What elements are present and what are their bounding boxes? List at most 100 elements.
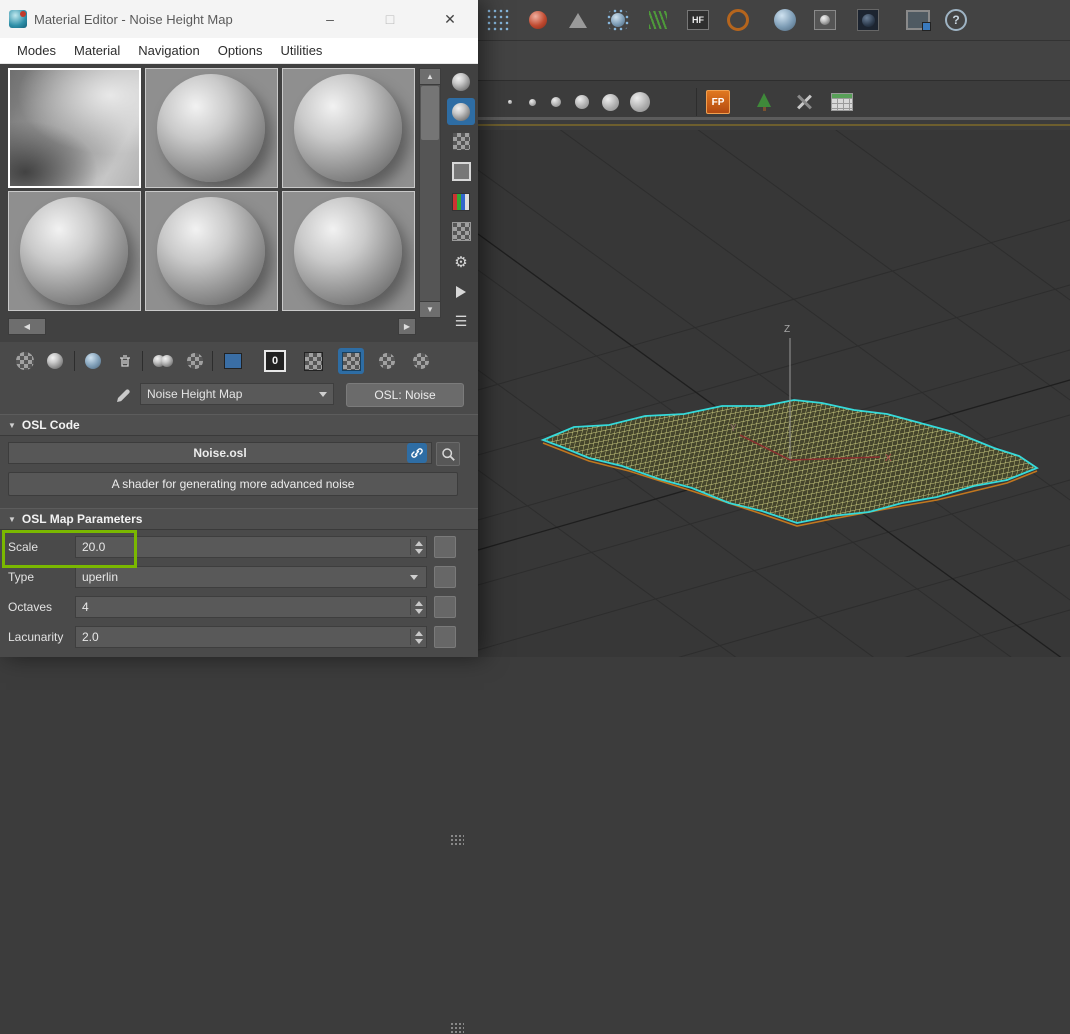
material-sample-slot[interactable]: [282, 191, 415, 311]
show-background-icon[interactable]: [300, 348, 326, 374]
material-map-navigator-icon[interactable]: ☰: [447, 308, 475, 335]
spinner-up-icon[interactable]: [415, 601, 423, 606]
make-unique-icon[interactable]: [182, 348, 208, 374]
foliage-icon[interactable]: [646, 8, 670, 32]
axis-x-label: X: [885, 453, 892, 464]
material-id-channel-icon[interactable]: 0: [262, 348, 288, 374]
material-editor-window: Material Editor - Noise Height Map – □ ✕…: [0, 0, 478, 657]
sample-type-icon[interactable]: [447, 68, 475, 95]
tools-icon[interactable]: [792, 90, 816, 114]
select-by-material-icon[interactable]: [447, 278, 475, 305]
scroll-up-button[interactable]: ▲: [419, 68, 441, 85]
lacunarity-input[interactable]: [76, 630, 382, 644]
material-sample-slot[interactable]: [8, 191, 141, 311]
spinner-down-icon[interactable]: [415, 609, 423, 614]
backlight-icon[interactable]: [447, 98, 475, 125]
lacunarity-spinner[interactable]: [410, 629, 423, 645]
background-icon[interactable]: [447, 128, 475, 155]
spinner-down-icon[interactable]: [415, 549, 423, 554]
link-file-button[interactable]: [407, 443, 427, 463]
snap-toggle-icon[interactable]: [486, 8, 510, 32]
help-icon[interactable]: ?: [944, 8, 968, 32]
render-material-icon[interactable]: [526, 8, 550, 32]
material-sample-slot[interactable]: [282, 68, 415, 188]
material-sample-slot[interactable]: [145, 191, 278, 311]
scroll-left-button[interactable]: ◀: [8, 318, 46, 335]
make-material-copy-icon[interactable]: [150, 348, 176, 374]
brush-size-dot-3[interactable]: [544, 90, 568, 114]
show-map-in-viewport-icon[interactable]: [338, 348, 364, 374]
rollout-osl-params-header[interactable]: ▼ OSL Map Parameters: [0, 508, 478, 530]
assign-material-to-selection-icon[interactable]: [80, 348, 106, 374]
get-material-icon[interactable]: [12, 348, 38, 374]
scale-map-button[interactable]: [434, 536, 456, 558]
dotted-sphere-icon[interactable]: [606, 8, 630, 32]
brush-size-dot-5[interactable]: [598, 90, 622, 114]
panel-sphere-icon[interactable]: [813, 8, 837, 32]
scroll-right-icon: ▶: [404, 322, 410, 331]
menu-modes[interactable]: Modes: [8, 38, 65, 64]
minimize-button[interactable]: –: [312, 0, 348, 38]
octaves-field[interactable]: [75, 596, 427, 618]
spinner-down-icon[interactable]: [415, 639, 423, 644]
octaves-input[interactable]: [76, 600, 382, 614]
material-type-button[interactable]: OSL: Noise: [346, 383, 464, 407]
put-to-library-icon[interactable]: [220, 348, 246, 374]
menu-utilities[interactable]: Utilities: [272, 38, 332, 64]
make-preview-icon[interactable]: [447, 218, 475, 245]
shader-description-button[interactable]: A shader for generating more advanced no…: [8, 472, 458, 496]
sample-vscroll-thumb[interactable]: [421, 86, 439, 140]
spreadsheet-icon[interactable]: [830, 90, 854, 114]
brush-size-dot-2[interactable]: [520, 90, 544, 114]
go-to-parent-icon[interactable]: [374, 348, 400, 374]
scroll-down-button[interactable]: ▼: [419, 301, 441, 318]
type-dropdown[interactable]: uperlin: [75, 566, 427, 588]
hf-badge-label: HF: [687, 10, 709, 30]
brush-size-dot-4[interactable]: [570, 90, 594, 114]
lacunarity-map-button[interactable]: [434, 626, 456, 648]
spinner-up-icon[interactable]: [415, 541, 423, 546]
scale-field[interactable]: [75, 536, 427, 558]
viewport-canvas[interactable]: Z X Y: [478, 130, 1070, 657]
spinner-up-icon[interactable]: [415, 631, 423, 636]
lacunarity-field[interactable]: [75, 626, 427, 648]
put-material-to-scene-icon[interactable]: [42, 348, 68, 374]
type-map-button[interactable]: [434, 566, 456, 588]
rollout-grip-icon[interactable]: [450, 834, 464, 846]
go-forward-sibling-icon[interactable]: [408, 348, 434, 374]
material-sample-slot[interactable]: [145, 68, 278, 188]
material-sample-slot-active[interactable]: [8, 68, 141, 188]
render-sphere-icon[interactable]: [773, 8, 797, 32]
copper-ring-icon[interactable]: [726, 8, 750, 32]
material-editor-icon[interactable]: [856, 8, 880, 32]
pyramid-icon[interactable]: [566, 8, 590, 32]
scale-spinner[interactable]: [410, 539, 423, 555]
menu-material[interactable]: Material: [65, 38, 129, 64]
monitor-icon[interactable]: [906, 8, 930, 32]
maximize-button[interactable]: □: [372, 0, 408, 38]
octaves-map-button[interactable]: [434, 596, 456, 618]
options-gear-icon[interactable]: ⚙: [447, 248, 475, 275]
pick-material-eyedropper-icon[interactable]: [114, 385, 134, 405]
brush-size-dot-6[interactable]: [628, 90, 652, 114]
close-button[interactable]: ✕: [432, 0, 468, 38]
delete-map-icon[interactable]: [112, 348, 138, 374]
hf-badge-icon[interactable]: HF: [686, 8, 710, 32]
titlebar[interactable]: Material Editor - Noise Height Map – □ ✕: [0, 0, 478, 39]
rollout-osl-code-header[interactable]: ▼ OSL Code: [0, 414, 478, 436]
material-name-value: Noise Height Map: [147, 387, 242, 401]
osl-file-button[interactable]: Noise.osl: [8, 442, 432, 464]
search-shader-button[interactable]: [436, 442, 460, 466]
scroll-right-button[interactable]: ▶: [398, 318, 416, 335]
menu-options[interactable]: Options: [209, 38, 272, 64]
brush-size-dot-1[interactable]: [498, 90, 522, 114]
scale-input[interactable]: [76, 540, 382, 554]
sample-tiling-icon[interactable]: [447, 158, 475, 185]
tree-icon[interactable]: [752, 90, 776, 114]
video-color-check-icon[interactable]: [447, 188, 475, 215]
octaves-spinner[interactable]: [410, 599, 423, 615]
rollout-grip-icon[interactable]: [450, 1022, 464, 1034]
menu-navigation[interactable]: Navigation: [129, 38, 208, 64]
fp-button[interactable]: FP: [706, 90, 730, 114]
material-name-dropdown[interactable]: Noise Height Map: [140, 383, 334, 405]
